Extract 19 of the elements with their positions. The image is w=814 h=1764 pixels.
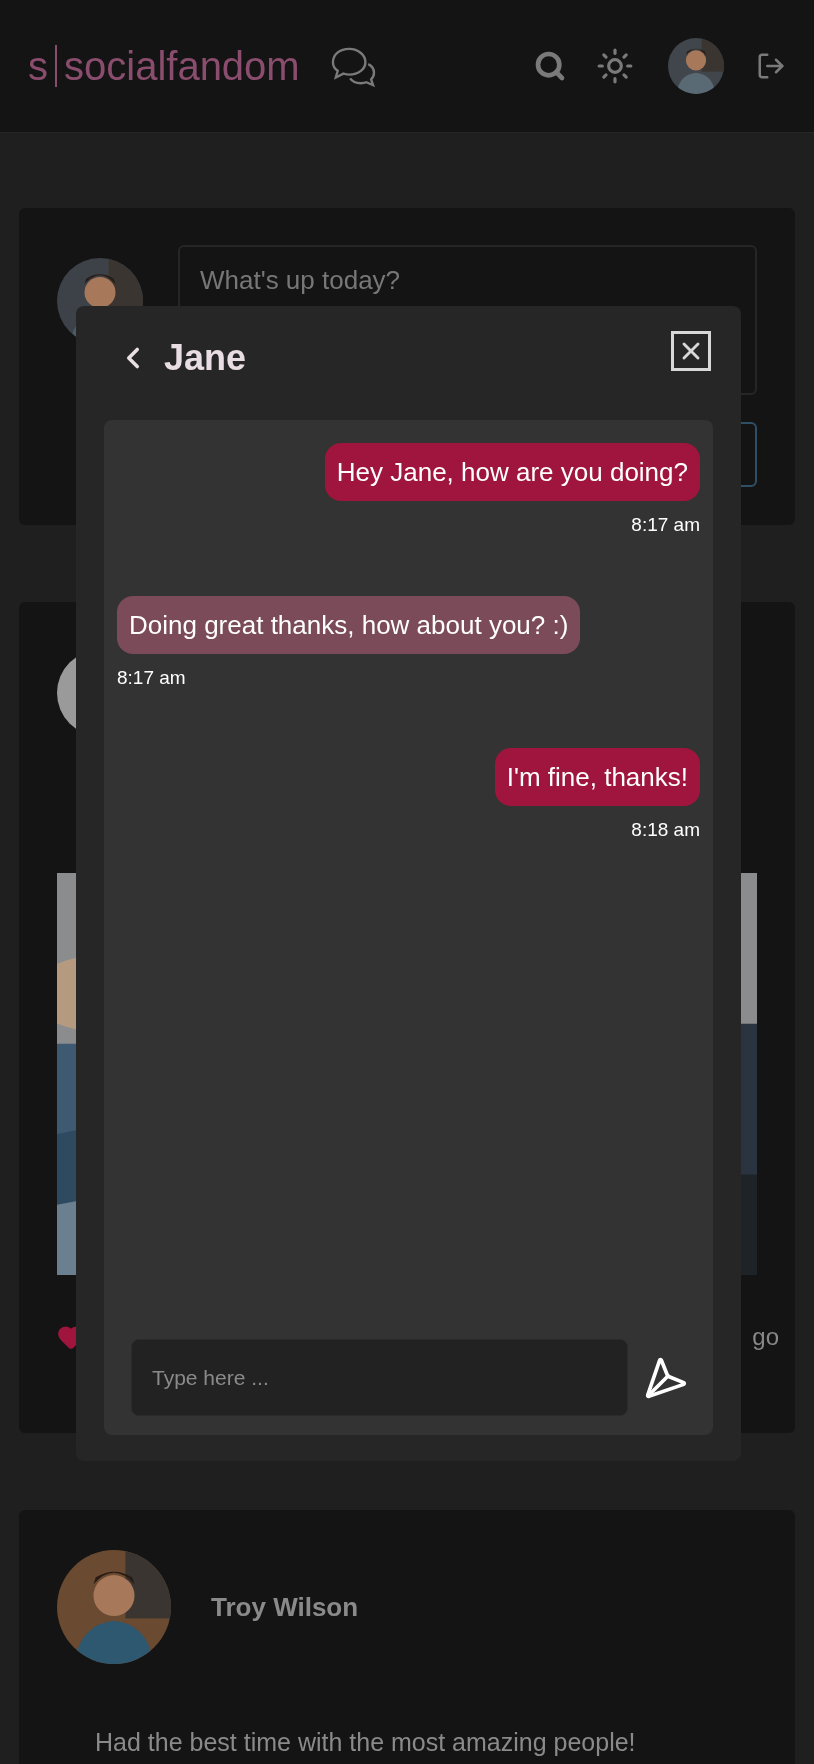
message-bubble: Doing great thanks, how about you? :) (117, 595, 581, 654)
chat-bubbles-icon[interactable] (329, 45, 376, 87)
author-name: Troy Wilson (211, 1590, 359, 1624)
logo-name: socialfandom (64, 46, 300, 86)
message-time: 8:17 am (631, 513, 700, 537)
message-bubble: I'm fine, thanks! (494, 748, 700, 806)
message-input[interactable]: Type here ... (131, 1339, 628, 1416)
send-icon[interactable] (644, 1355, 688, 1400)
chat-title: Jane (164, 336, 247, 380)
post-text: Had the best time with the most amazing people! (95, 1727, 637, 1758)
message-time: 8:17 am (117, 665, 186, 690)
logo-initial: s (28, 46, 48, 86)
sun-icon[interactable] (596, 47, 634, 85)
search-icon[interactable] (534, 50, 566, 82)
close-button[interactable] (671, 331, 711, 371)
message-bubble: Hey Jane, how are you doing? (324, 443, 700, 501)
post-time: go (752, 1322, 779, 1352)
logout-icon[interactable] (756, 51, 786, 81)
message-time: 8:18 am (631, 818, 700, 842)
